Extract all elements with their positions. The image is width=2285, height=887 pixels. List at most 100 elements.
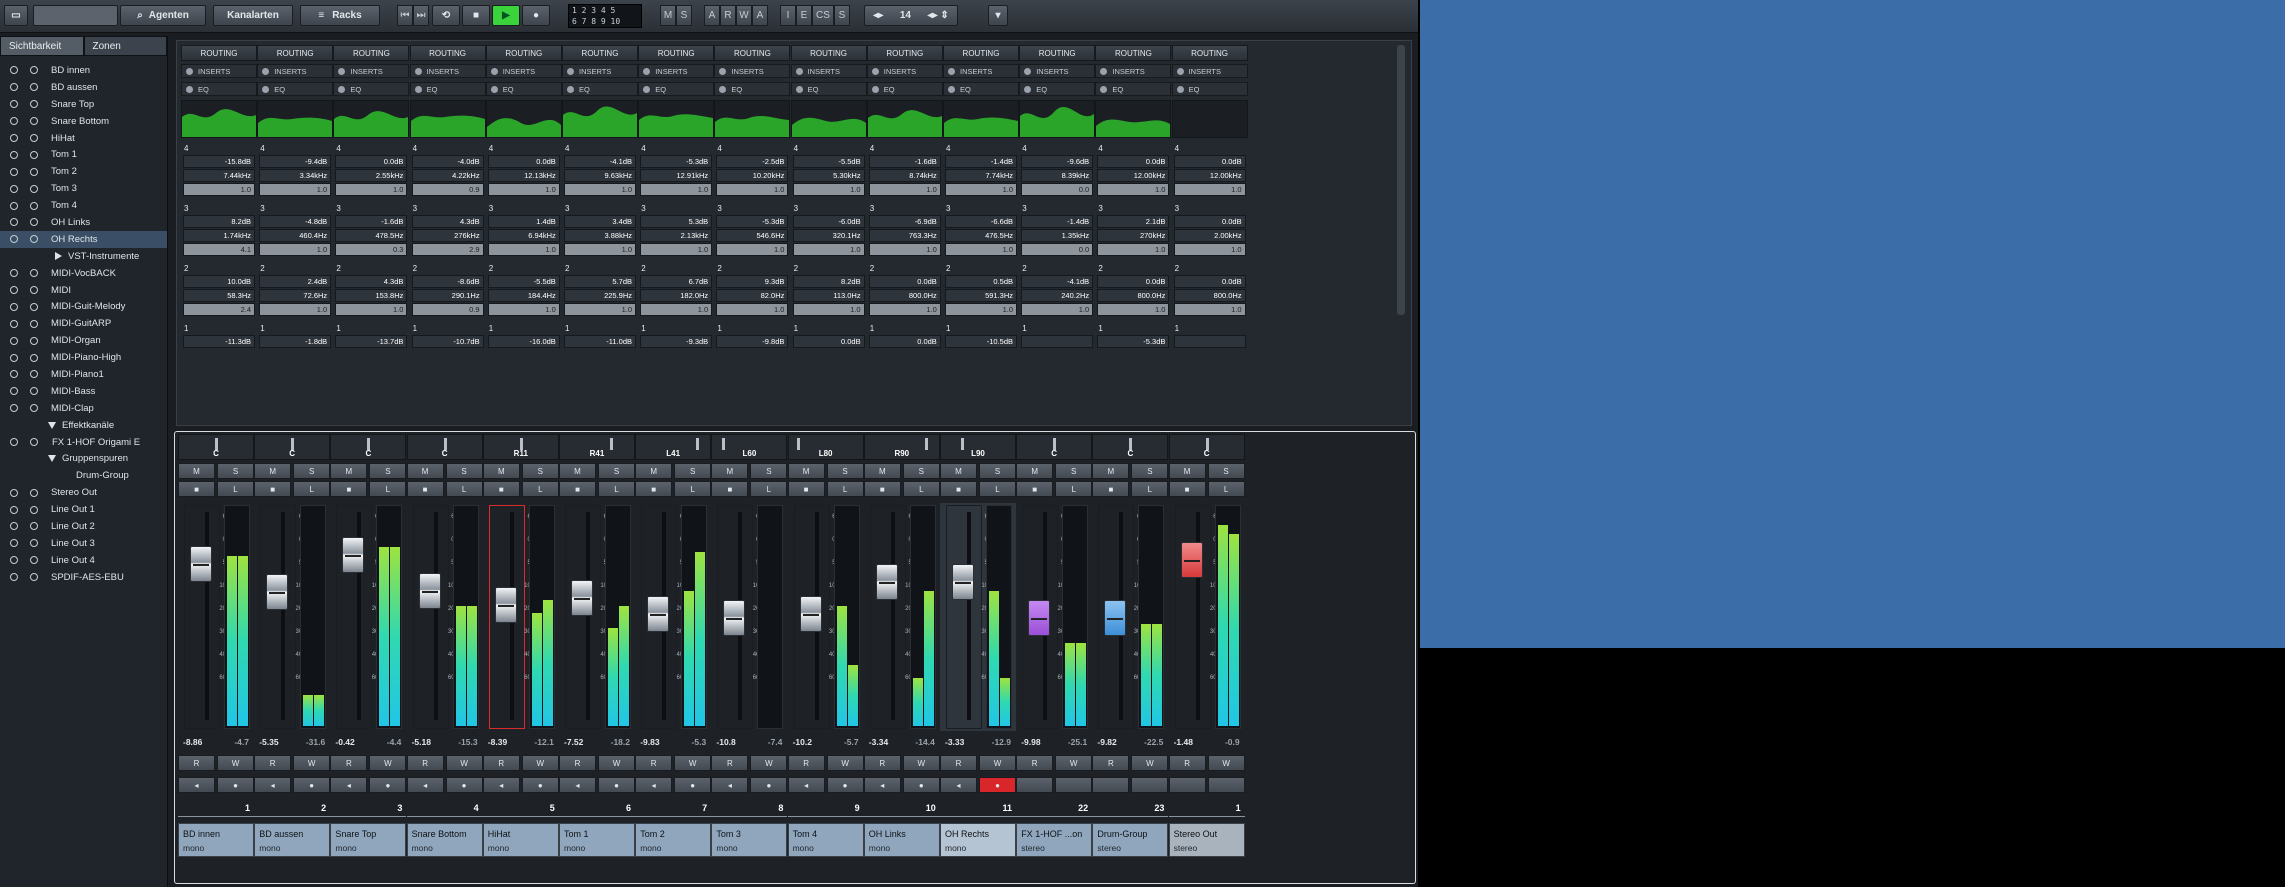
eq-gain-value[interactable]: -1.4dB (1021, 215, 1094, 228)
fader-value[interactable]: -9.82 (1097, 737, 1116, 749)
zone-toggle-icon[interactable] (30, 573, 38, 582)
eq-gain-value[interactable]: -1.6dB (335, 215, 408, 228)
folder-collapsed-icon[interactable] (55, 252, 62, 261)
inserts-bypass-icon[interactable] (490, 67, 498, 75)
eq-button[interactable]: E (796, 5, 812, 26)
solo-button[interactable]: S (1055, 463, 1093, 479)
eq-gain-value[interactable]: -1.8dB (259, 335, 332, 348)
inserts-section[interactable]: INSERTS (1019, 64, 1096, 78)
eq-gain-value[interactable]: -4.0dB (411, 155, 484, 168)
fader-value[interactable]: -0.42 (335, 737, 354, 749)
listen-button[interactable]: L (1055, 481, 1093, 497)
eq-frequency-value[interactable]: 460.4Hz (259, 229, 332, 242)
channel-name-strip[interactable]: HiHat mono (482, 823, 559, 857)
eq-frequency-value[interactable]: 320.1Hz (792, 229, 865, 242)
routing-button[interactable]: ROUTING (1095, 45, 1172, 61)
eq-q-value[interactable]: 1.0 (183, 183, 255, 196)
eq-q-value[interactable]: 0.3 (335, 243, 408, 256)
fader-value[interactable]: -9.83 (640, 737, 659, 749)
visibility-toggle-icon[interactable] (10, 404, 18, 413)
fader-value[interactable]: -8.86 (183, 737, 202, 749)
monitor-icon[interactable]: ◂ (559, 777, 596, 793)
eq-frequency-value[interactable]: 2.00kHz (1173, 229, 1246, 242)
preset-field[interactable] (33, 5, 118, 26)
listen-button[interactable]: L (445, 481, 483, 497)
sends-button[interactable]: S (834, 5, 850, 26)
window-layout-icon[interactable]: ▭ (4, 5, 28, 26)
sidebar-item[interactable]: Snare Bottom (0, 113, 167, 130)
listen-button[interactable]: L (521, 481, 559, 497)
sidebar-item[interactable]: MIDI (0, 282, 167, 299)
listen-button[interactable]: L (674, 481, 712, 497)
read-button[interactable]: R (559, 755, 596, 771)
racks-button[interactable]: ≡ Racks (300, 5, 380, 26)
fader-value[interactable]: -10.2 (793, 737, 812, 749)
read-button[interactable]: R (482, 755, 520, 771)
inserts-bypass-icon[interactable] (795, 67, 803, 75)
zone-toggle-icon[interactable] (30, 269, 38, 278)
read-button[interactable]: R (1092, 755, 1130, 771)
solo-button[interactable]: S (750, 463, 788, 479)
eq-gain-value[interactable]: -5.3dB (1097, 335, 1170, 348)
fader-track[interactable]: 6051020304060 (1098, 505, 1140, 729)
eq-q-value[interactable]: 1.0 (945, 243, 1017, 256)
monitor-button[interactable]: ■ (1168, 481, 1206, 497)
sidebar-item[interactable]: MIDI-Guit-Melody (0, 298, 167, 315)
eq-q-value[interactable]: 1.0 (1173, 243, 1246, 256)
inserts-section[interactable]: INSERTS (333, 64, 410, 78)
eq-gain-value[interactable]: 0.0dB (792, 335, 865, 348)
eq-gain-value[interactable]: -2.5dB (716, 155, 789, 168)
sidebar-item[interactable]: MIDI-Clap (0, 400, 167, 417)
channel-name-strip[interactable]: BD innen mono (178, 823, 254, 857)
listen-button[interactable]: L (826, 481, 864, 497)
inserts-bypass-icon[interactable] (1176, 67, 1184, 75)
monitor-button[interactable]: ■ (559, 481, 596, 497)
write-button[interactable]: W (902, 755, 940, 771)
eq-gain-value[interactable]: -4.1dB (1021, 275, 1094, 288)
visibility-toggle-icon[interactable] (10, 387, 18, 396)
monitor-button[interactable]: ■ (940, 481, 977, 497)
monitor-button[interactable]: ■ (711, 481, 749, 497)
eq-frequency-value[interactable]: 3.88kHz (564, 229, 636, 242)
play-icon[interactable]: ▶ (492, 5, 520, 26)
eq-gain-value[interactable]: -1.6dB (868, 155, 941, 168)
peak-value[interactable]: -7.4 (768, 737, 783, 749)
eq-frequency-value[interactable]: 5.30kHz (792, 169, 865, 182)
eq-q-value[interactable]: 1.0 (1021, 303, 1094, 316)
eq-bypass-icon[interactable] (1100, 85, 1108, 93)
mute-button[interactable]: M (1168, 463, 1206, 479)
inserts-section[interactable]: INSERTS (943, 64, 1019, 78)
fader-handle[interactable] (1180, 542, 1203, 578)
sidebar-item[interactable]: Tom 4 (0, 197, 167, 214)
routing-button[interactable]: ROUTING (1019, 45, 1096, 61)
fader-handle[interactable] (952, 563, 974, 600)
monitor-icon[interactable]: ◂ (406, 777, 444, 793)
peak-value[interactable]: -22.5 (1144, 737, 1163, 749)
eq-gain-value[interactable]: -1.4dB (945, 155, 1017, 168)
eq-q-value[interactable]: 0.0 (1021, 243, 1094, 256)
eq-gain-value[interactable]: 4.3dB (335, 275, 408, 288)
zone-toggle-icon[interactable] (30, 387, 38, 396)
eq-q-value[interactable]: 0.9 (411, 183, 484, 196)
visibility-toggle-icon[interactable] (10, 319, 18, 328)
visibility-toggle-icon[interactable] (10, 83, 18, 92)
eq-bypass-icon[interactable] (567, 85, 574, 93)
eq-q-value[interactable]: 1.0 (1173, 183, 1246, 196)
inserts-section[interactable]: INSERTS (638, 64, 715, 78)
zone-toggle-icon[interactable] (30, 134, 38, 142)
eq-frequency-value[interactable]: 113.0Hz (792, 289, 865, 302)
monitor-icon[interactable]: ◂ (787, 777, 825, 793)
write-button[interactable]: W (293, 755, 331, 771)
eq-gain-value[interactable] (1021, 335, 1094, 348)
eq-q-value[interactable]: 1.0 (487, 243, 560, 256)
eq-gain-value[interactable]: 0.0dB (335, 155, 408, 168)
monitor-icon[interactable]: ◂ (254, 777, 292, 793)
eq-frequency-value[interactable]: 4.22kHz (411, 169, 484, 182)
tab-zones[interactable]: Zonen (83, 36, 167, 56)
fader-track[interactable]: 6051020304060 (336, 505, 378, 729)
peak-value[interactable]: -31.6 (306, 737, 325, 749)
fader-value[interactable]: -3.33 (945, 737, 964, 749)
peak-value[interactable]: -0.9 (1225, 737, 1240, 749)
eq-q-value[interactable]: 1.0 (945, 183, 1017, 196)
eq-gain-value[interactable]: 0.0dB (868, 335, 941, 348)
